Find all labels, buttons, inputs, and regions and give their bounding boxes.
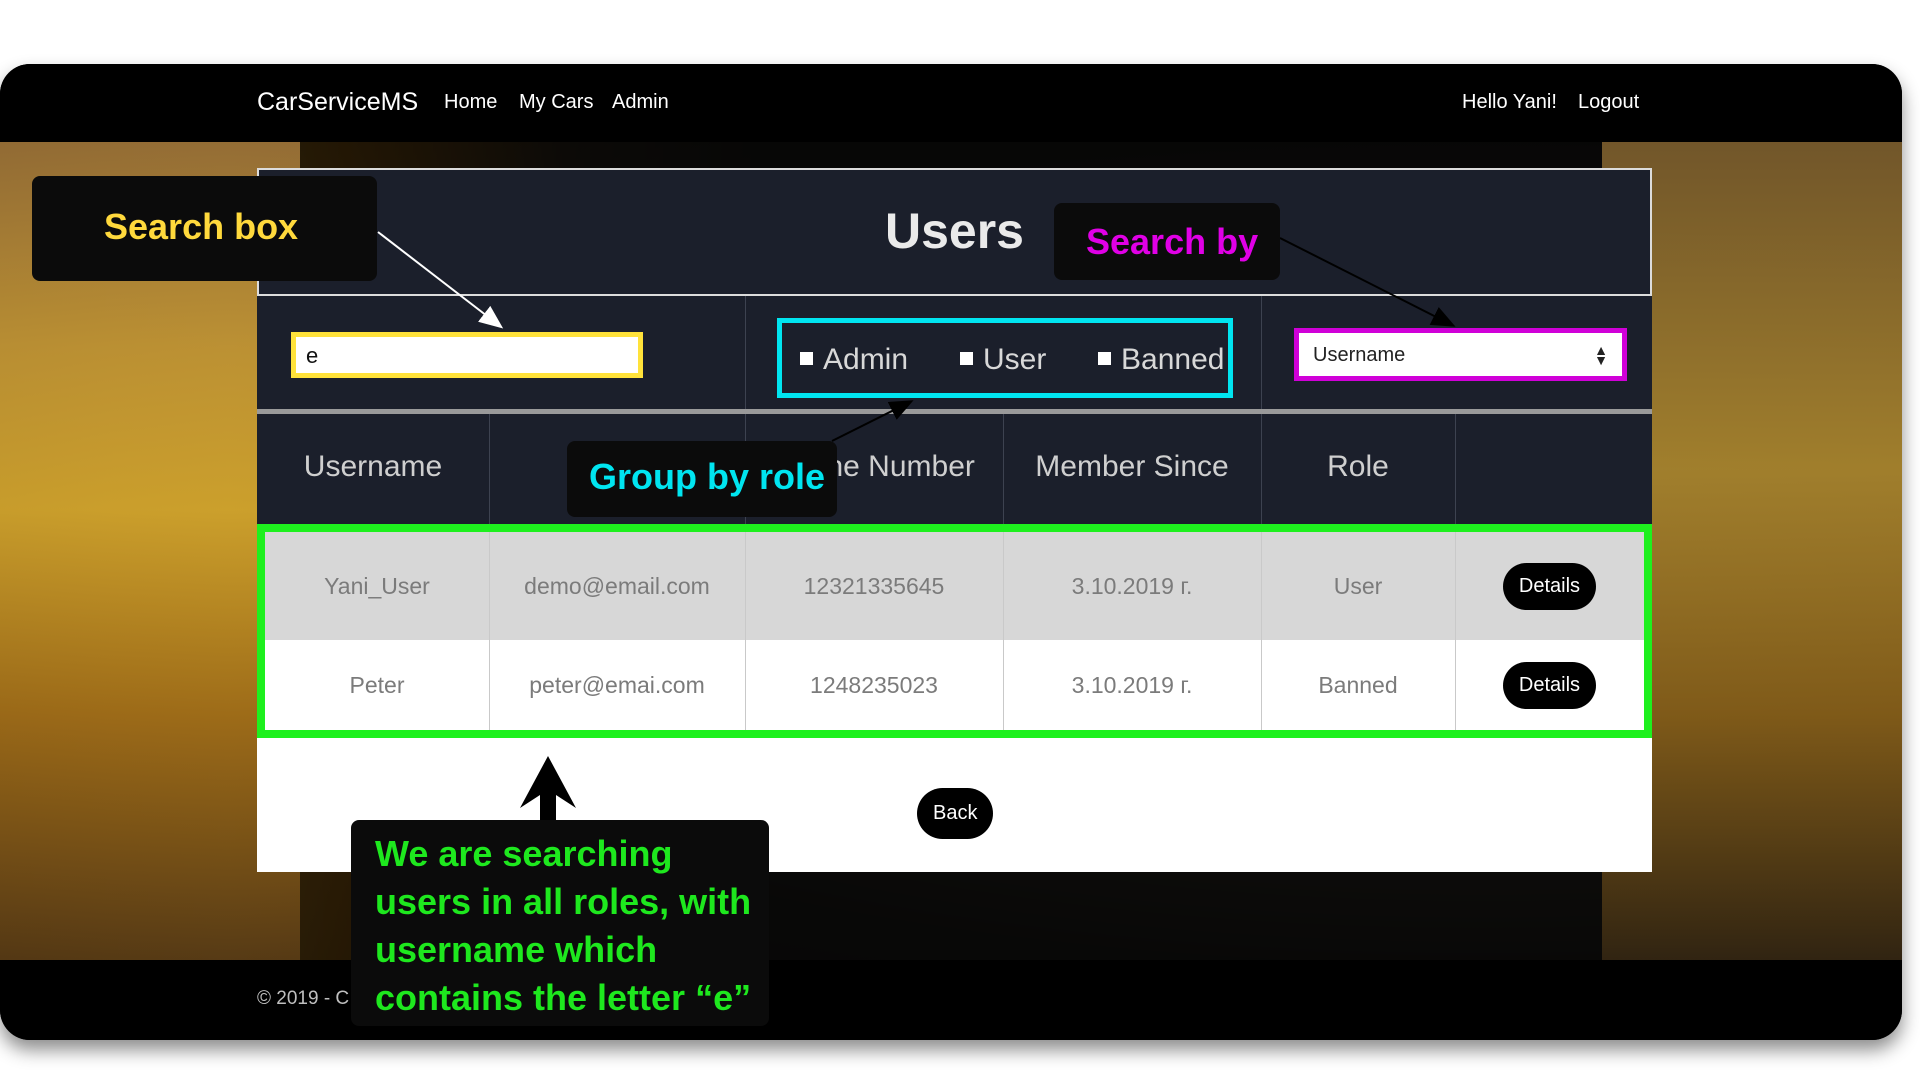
- filter-row: e Admin User Banned Username ▲ ▼: [257, 294, 1652, 414]
- table-header: Username Email Phone Number Member Since…: [257, 414, 1652, 524]
- role-filter-group: Admin User Banned: [777, 318, 1233, 398]
- page-title: Users: [885, 203, 1024, 259]
- cell-member-since: 3.10.2019 г.: [1071, 572, 1193, 599]
- column-header-role[interactable]: Role: [1261, 450, 1455, 484]
- cell-member-since: 3.10.2019 г.: [1071, 671, 1193, 698]
- logout-link[interactable]: Logout: [1578, 91, 1639, 114]
- results-table: Yani_User demo@email.com 12321335645 3.1…: [257, 524, 1652, 738]
- cell-email: peter@emai.com: [529, 671, 705, 698]
- annotation-text: Search box: [104, 206, 299, 247]
- checkbox-icon[interactable]: [800, 351, 813, 365]
- search-input[interactable]: e: [291, 332, 643, 378]
- checkbox-icon[interactable]: [960, 351, 973, 365]
- cell-role: User: [1333, 572, 1383, 599]
- back-button[interactable]: Back: [917, 788, 994, 839]
- search-by-select[interactable]: Username ▲ ▼: [1294, 328, 1627, 381]
- annotation-text: We are searching users in all roles, wit…: [375, 833, 752, 1018]
- nav-admin[interactable]: Admin: [612, 91, 669, 114]
- cell-email: demo@email.com: [524, 572, 710, 599]
- checkbox-icon[interactable]: [1098, 351, 1111, 365]
- brand-link[interactable]: CarServiceMS: [257, 88, 418, 117]
- role-checkbox-banned[interactable]: Banned: [1098, 343, 1224, 377]
- divider: [1455, 414, 1456, 524]
- annotation-note: We are searching users in all roles, wit…: [351, 820, 769, 1026]
- annotation-group-by-role: Group by role: [567, 441, 837, 517]
- annotation-search-by: Search by: [1054, 203, 1280, 280]
- greeting-link[interactable]: Hello Yani!: [1462, 91, 1557, 114]
- search-input-value: e: [306, 343, 319, 368]
- search-by-selected: Username: [1313, 344, 1406, 366]
- users-panel: Users e Admin User Banned Username ▲ ▼ Us…: [257, 168, 1652, 872]
- navbar: CarServiceMS Home My Cars Admin Hello Ya…: [0, 64, 1902, 142]
- nav-home[interactable]: Home: [444, 91, 497, 114]
- role-checkbox-user[interactable]: User: [960, 343, 1046, 377]
- title-row: Users: [257, 168, 1652, 294]
- role-label: Banned: [1121, 343, 1225, 376]
- cell-phone: 12321335645: [803, 572, 945, 599]
- cell-username: Peter: [349, 671, 405, 698]
- divider: [745, 296, 746, 409]
- nav-my-cars[interactable]: My Cars: [519, 91, 593, 114]
- details-button[interactable]: Details: [1502, 562, 1597, 610]
- cell-username: Yani_User: [324, 572, 430, 599]
- cell-role: Banned: [1318, 671, 1398, 698]
- column-header-member-since[interactable]: Member Since: [1003, 450, 1261, 484]
- role-label: Admin: [823, 343, 909, 376]
- column-header-username[interactable]: Username: [257, 450, 489, 484]
- role-checkbox-admin[interactable]: Admin: [800, 343, 908, 377]
- divider: [1261, 296, 1262, 409]
- select-arrows-icon: ▲ ▼: [1594, 342, 1608, 368]
- annotation-search-box: Search box: [32, 176, 377, 281]
- footer-copyright: © 2019 - C: [257, 988, 350, 1009]
- annotation-text: Search by: [1086, 221, 1259, 262]
- cell-phone: 1248235023: [810, 671, 938, 698]
- cell-action: Details: [1455, 640, 1644, 730]
- table-row: Peter peter@emai.com 1248235023 3.10.201…: [265, 640, 1644, 730]
- details-button[interactable]: Details: [1502, 661, 1597, 709]
- annotation-text: Group by role: [589, 456, 826, 497]
- table-row: Yani_User demo@email.com 12321335645 3.1…: [265, 532, 1644, 640]
- footer: © 2019 - C: [0, 960, 1902, 1040]
- cell-action: Details: [1455, 532, 1644, 640]
- role-label: User: [983, 343, 1047, 376]
